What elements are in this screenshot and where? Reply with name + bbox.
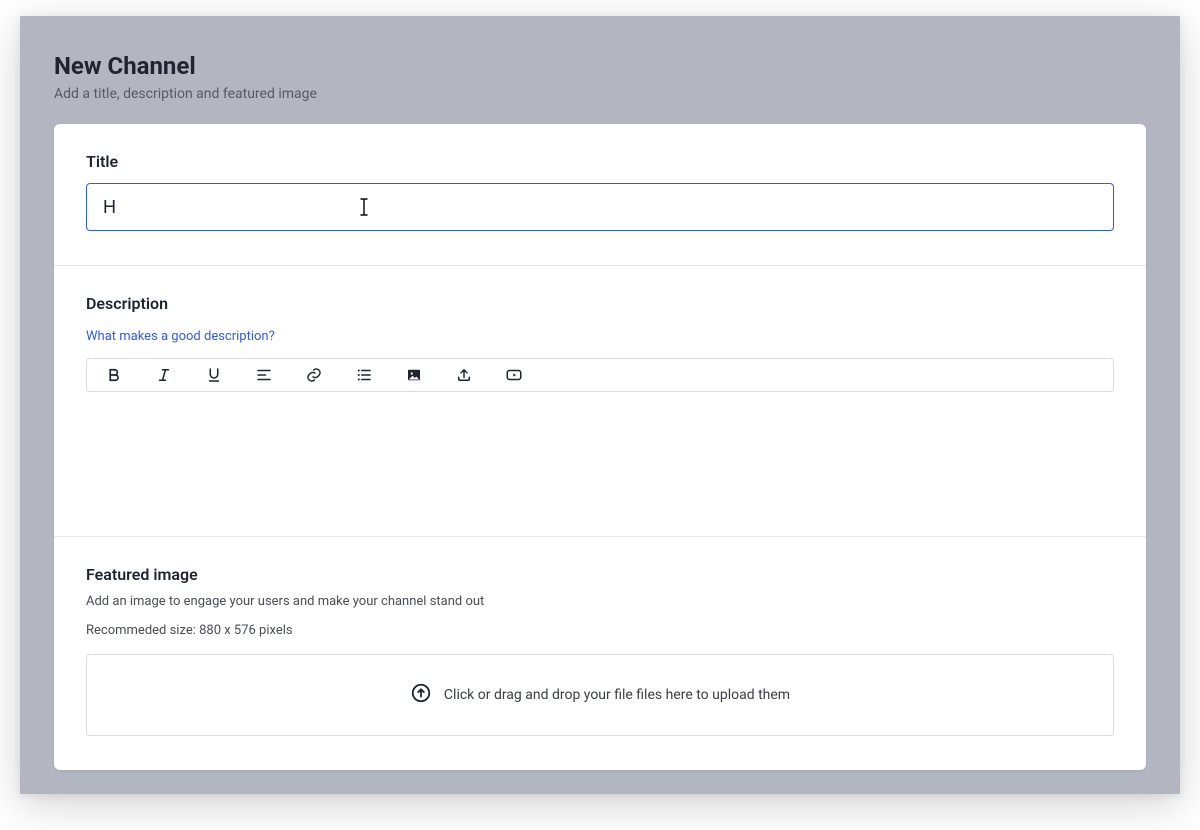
image-icon	[405, 366, 423, 384]
link-icon	[305, 366, 323, 384]
title-label: Title	[86, 152, 1114, 171]
page-subtitle: Add a title, description and featured im…	[54, 86, 1146, 102]
align-left-icon	[255, 366, 273, 384]
editor-toolbar	[86, 358, 1114, 392]
featured-image-subtext: Add an image to engage your users and ma…	[86, 594, 1114, 609]
underline-icon	[205, 366, 223, 384]
align-button[interactable]	[253, 364, 275, 386]
italic-icon	[155, 366, 173, 384]
bold-icon	[105, 366, 123, 384]
featured-image-section: Featured image Add an image to engage yo…	[54, 537, 1146, 770]
video-button[interactable]	[503, 364, 525, 386]
link-button[interactable]	[303, 364, 325, 386]
image-button[interactable]	[403, 364, 425, 386]
upload-icon	[455, 366, 473, 384]
upload-dropzone[interactable]: Click or drag and drop your file files h…	[86, 654, 1114, 736]
form-card: Title Description What makes a good desc…	[54, 124, 1146, 770]
upload-circle-icon	[410, 682, 432, 708]
upload-button[interactable]	[453, 364, 475, 386]
bold-button[interactable]	[103, 364, 125, 386]
list-icon	[355, 366, 373, 384]
featured-image-recommended: Recommeded size: 880 x 576 pixels	[86, 623, 1114, 638]
dropzone-text: Click or drag and drop your file files h…	[444, 687, 790, 703]
description-editor[interactable]	[86, 392, 1114, 502]
title-input[interactable]	[86, 183, 1114, 231]
new-channel-window: New Channel Add a title, description and…	[20, 16, 1180, 794]
list-button[interactable]	[353, 364, 375, 386]
underline-button[interactable]	[203, 364, 225, 386]
description-section: Description What makes a good descriptio…	[54, 266, 1146, 537]
description-helper-link[interactable]: What makes a good description?	[86, 329, 275, 344]
featured-image-label: Featured image	[86, 565, 1114, 584]
page-title: New Channel	[54, 52, 1146, 80]
italic-button[interactable]	[153, 364, 175, 386]
video-icon	[505, 366, 523, 384]
description-label: Description	[86, 294, 1114, 313]
page-header: New Channel Add a title, description and…	[20, 16, 1180, 124]
title-section: Title	[54, 124, 1146, 266]
